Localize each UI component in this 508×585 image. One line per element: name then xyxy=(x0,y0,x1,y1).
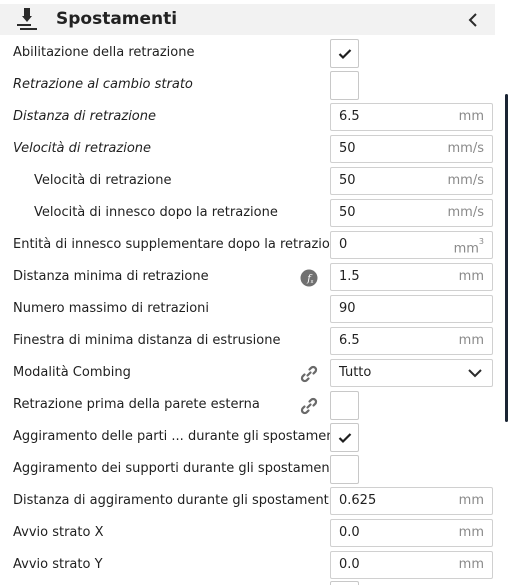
link-icon[interactable] xyxy=(300,397,318,415)
setting-label: Avvio strato X xyxy=(13,525,104,540)
chevron-left-icon[interactable] xyxy=(464,11,482,29)
field-unit: mm xyxy=(458,557,484,572)
field-value: 0.0 xyxy=(339,557,360,572)
link-icon[interactable] xyxy=(300,365,318,383)
setting-label: Avvio strato Y xyxy=(13,557,103,572)
field-unit: mm xyxy=(458,333,484,348)
setting-label: Finestra di minima distanza di estrusion… xyxy=(13,333,281,348)
avoid-printed-parts-checkbox[interactable] xyxy=(330,423,359,452)
field-value: 0.0 xyxy=(339,525,360,540)
setting-row-avoid-distance: Distanza di aggiramento durante gli spos… xyxy=(0,485,500,517)
extra-prime-amount-input[interactable]: 0 mm3 xyxy=(330,231,493,259)
field-value: 50 xyxy=(339,141,356,156)
setting-label: Aggiramento dei supporti durante gli spo… xyxy=(13,461,339,476)
field-value: 50 xyxy=(339,173,356,188)
setting-label: Distanza minima di retrazione xyxy=(13,269,209,284)
function-icon[interactable]: f x xyxy=(300,269,318,287)
setting-row-extra-prime-amount: Entità di innesco supplementare dopo la … xyxy=(0,229,500,261)
setting-row-retract-layer-change: Retrazione al cambio strato xyxy=(0,69,500,101)
combing-mode-select[interactable]: Tutto xyxy=(330,359,493,387)
setting-row-retraction-prime-speed: Velocità di innesco dopo la retrazione 5… xyxy=(0,197,500,229)
setting-label: Velocità di retrazione xyxy=(13,141,152,156)
section-header[interactable]: Spostamenti xyxy=(0,4,495,35)
retract-before-outer-wall-checkbox[interactable] xyxy=(330,391,359,420)
field-unit: mm xyxy=(458,525,484,540)
setting-label: Retrazione al cambio strato xyxy=(13,77,193,92)
retraction-enable-checkbox[interactable] xyxy=(330,39,359,68)
retraction-retract-speed-input[interactable]: 50 mm/s xyxy=(330,167,493,195)
setting-row-retraction-retract-speed: Velocità di retrazione 50 mm/s xyxy=(0,165,500,197)
field-value: 0.625 xyxy=(339,493,377,508)
field-value: 50 xyxy=(339,205,356,220)
retraction-min-travel-input[interactable]: 1.5 mm xyxy=(330,263,493,291)
setting-label: Modalità Combing xyxy=(13,365,131,380)
setting-label: Numero massimo di retrazioni xyxy=(13,301,210,316)
extrusion-window-input[interactable]: 6.5 mm xyxy=(330,327,493,355)
setting-row-layer-start-y: Avvio strato Y 0.0 mm xyxy=(0,549,500,581)
setting-row-partial xyxy=(0,581,500,585)
select-value: Tutto xyxy=(339,365,372,380)
chevron-down-icon xyxy=(468,369,482,378)
partial-checkbox[interactable] xyxy=(330,581,359,585)
retraction-count-max-input[interactable]: 90 xyxy=(330,295,493,323)
field-value: 90 xyxy=(339,301,356,316)
setting-label: Retrazione prima della parete esterna xyxy=(13,397,260,412)
setting-row-retract-before-outer-wall: Retrazione prima della parete esterna xyxy=(0,389,500,421)
field-value: 0 xyxy=(339,237,348,252)
travel-icon xyxy=(17,8,37,30)
setting-row-avoid-printed-parts: Aggiramento delle parti ... durante gli … xyxy=(0,421,500,453)
avoid-distance-input[interactable]: 0.625 mm xyxy=(330,487,493,515)
field-unit: mm/s xyxy=(447,205,484,220)
setting-row-avoid-supports: Aggiramento dei supporti durante gli spo… xyxy=(0,453,500,485)
setting-row-combing-mode: Modalità Combing Tutto xyxy=(0,357,500,389)
setting-label: Abilitazione della retrazione xyxy=(13,45,195,60)
retraction-speed-input[interactable]: 50 mm/s xyxy=(330,135,493,163)
retraction-prime-speed-input[interactable]: 50 mm/s xyxy=(330,199,493,227)
retraction-distance-input[interactable]: 6.5 mm xyxy=(330,103,493,131)
setting-row-layer-start-x: Avvio strato X 0.0 mm xyxy=(0,517,500,549)
checkmark-icon xyxy=(338,433,352,444)
setting-row-retraction-speed: Velocità di retrazione 50 mm/s xyxy=(0,133,500,165)
setting-label: Velocità di innesco dopo la retrazione xyxy=(34,205,278,220)
avoid-supports-checkbox[interactable] xyxy=(330,455,359,484)
field-unit: mm xyxy=(458,493,484,508)
setting-label: Entità di innesco supplementare dopo la … xyxy=(13,237,347,252)
setting-row-retraction-enable: Abilitazione della retrazione xyxy=(0,37,500,69)
setting-label: Distanza di retrazione xyxy=(13,109,156,124)
setting-row-retraction-count-max: Numero massimo di retrazioni 90 xyxy=(0,293,500,325)
setting-label: Velocità di retrazione xyxy=(34,173,172,188)
field-unit: mm/s xyxy=(447,173,484,188)
field-unit: mm xyxy=(458,269,484,284)
setting-label: Distanza di aggiramento durante gli spos… xyxy=(13,493,333,508)
field-value: 1.5 xyxy=(339,269,360,284)
layer-start-x-input[interactable]: 0.0 mm xyxy=(330,519,493,547)
setting-label: Aggiramento delle parti ... durante gli … xyxy=(13,429,344,444)
layer-start-y-input[interactable]: 0.0 mm xyxy=(330,551,493,579)
section-title: Spostamenti xyxy=(56,9,178,29)
setting-row-extrusion-window: Finestra di minima distanza di estrusion… xyxy=(0,325,500,357)
field-value: 6.5 xyxy=(339,109,360,124)
retract-layer-change-checkbox[interactable] xyxy=(330,71,359,100)
field-unit: mm3 xyxy=(453,237,484,257)
setting-row-retraction-distance: Distanza di retrazione 6.5 mm xyxy=(0,101,500,133)
setting-row-retraction-min-travel: Distanza minima di retrazione f x 1.5 mm xyxy=(0,261,500,293)
field-value: 6.5 xyxy=(339,333,360,348)
svg-text:x: x xyxy=(311,279,314,285)
field-unit: mm/s xyxy=(447,141,484,156)
checkmark-icon xyxy=(338,49,352,60)
field-unit: mm xyxy=(458,109,484,124)
